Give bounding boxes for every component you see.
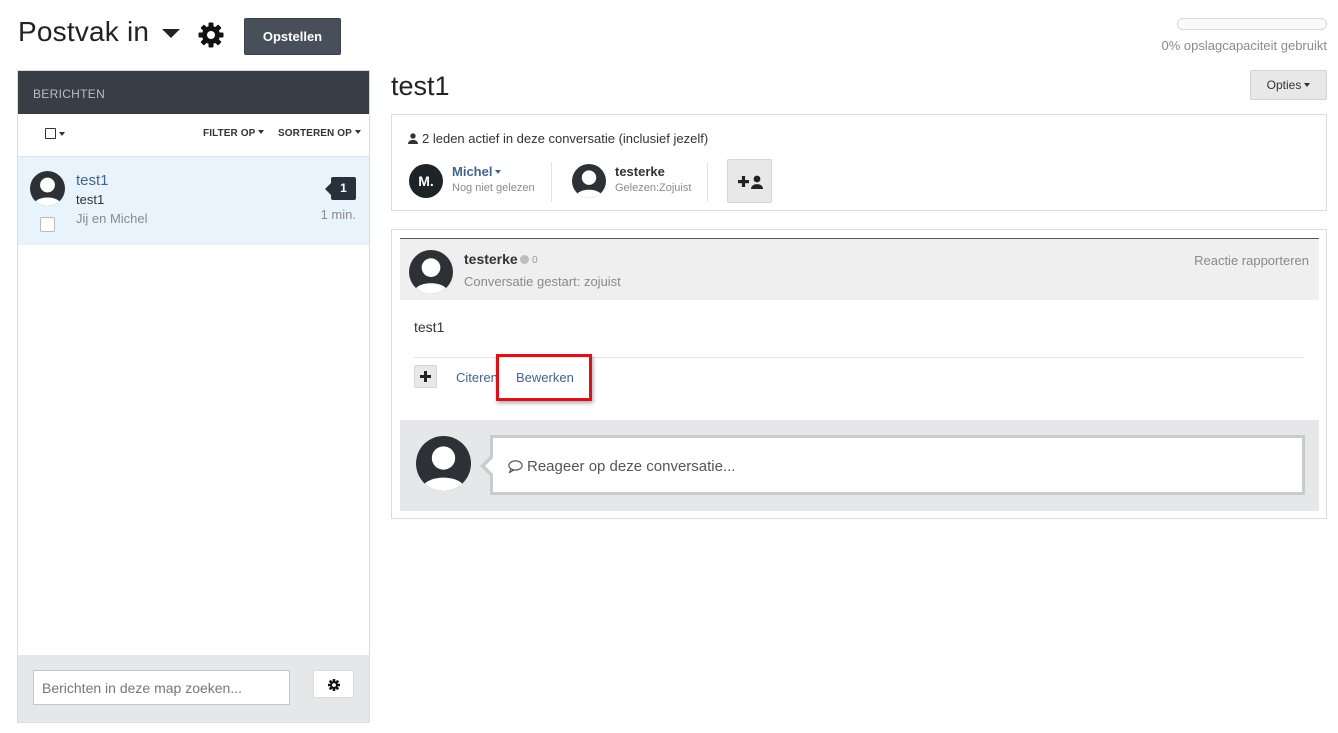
unread-count-badge: 1: [325, 177, 356, 200]
options-label: Opties: [1266, 78, 1302, 92]
sort-label: SORTEREN OP: [278, 128, 352, 139]
more-actions-button[interactable]: [414, 365, 437, 388]
reply-input[interactable]: Reageer op deze conversatie...: [480, 435, 1305, 495]
message-score: 0: [520, 255, 538, 266]
comment-icon: [508, 460, 523, 473]
chevron-down-icon: [1304, 83, 1311, 87]
status-dot-icon: [520, 255, 529, 264]
filter-dropdown-button[interactable]: FILTER OP: [203, 128, 265, 139]
members-panel: 2 leden actief in deze conversatie (incl…: [391, 114, 1327, 211]
report-link[interactable]: Reactie rapporteren: [1194, 253, 1309, 268]
conversation-preview: test1: [76, 192, 105, 207]
default-avatar-icon: [409, 250, 453, 294]
reply-placeholder: Reageer op deze conversatie...: [508, 458, 735, 475]
search-settings-button[interactable]: [313, 670, 354, 698]
chevron-down-icon: [495, 170, 502, 174]
message-list-header: BERICHTEN: [18, 71, 369, 114]
member-name: testerke: [615, 164, 665, 179]
members-info-text: 2 leden actief in deze conversatie (incl…: [422, 131, 709, 146]
inbox-settings-gear-icon[interactable]: [197, 21, 225, 49]
member-read-status: Nog niet gelezen: [452, 182, 535, 194]
member-testerke: testerke Gelezen:Zojuist: [572, 162, 708, 202]
member-michel: M. Michel Nog niet gelezen: [409, 162, 552, 202]
user-icon: [408, 133, 418, 144]
conversation-list-item[interactable]: test1 test1 Jij en Michel 1 1 min.: [18, 157, 369, 245]
message-started: Conversatie gestart: zojuist: [464, 274, 621, 289]
plus-icon: [420, 371, 431, 382]
members-info: 2 leden actief in deze conversatie (incl…: [408, 131, 708, 146]
message-author: testerke: [464, 251, 518, 267]
default-avatar-icon: [30, 171, 65, 206]
storage-progress-bar: [1177, 18, 1327, 30]
message-header: testerke 0 Conversatie gestart: zojuist …: [400, 238, 1319, 300]
default-avatar-icon: [572, 164, 606, 198]
select-options-chevron-down-icon[interactable]: [59, 132, 65, 136]
message-body: test1: [414, 319, 445, 335]
reply-area: Reageer op deze conversatie...: [400, 420, 1319, 511]
filter-label: FILTER OP: [203, 128, 256, 139]
add-user-icon: [738, 175, 763, 189]
member-name-text: Michel: [452, 164, 493, 179]
reply-placeholder-text: Reageer op deze conversatie...: [527, 458, 736, 475]
member-initials-avatar: M.: [409, 164, 443, 198]
folder-search-input[interactable]: [33, 670, 290, 705]
conversation-heading: test1: [391, 71, 450, 101]
conversation-time: 1 min.: [320, 207, 356, 222]
member-name-dropdown[interactable]: Michel: [452, 164, 502, 179]
message-list-toolbar: FILTER OP SORTEREN OP: [18, 114, 369, 157]
add-member-button[interactable]: [727, 159, 772, 203]
search-footer: [18, 655, 369, 722]
page-title: Postvak in: [18, 16, 150, 47]
message-score-value: 0: [532, 255, 538, 266]
conversation-title: test1: [76, 172, 109, 189]
gear-icon: [328, 679, 340, 691]
sort-dropdown-button[interactable]: SORTEREN OP: [278, 128, 361, 139]
compose-button[interactable]: Opstellen: [244, 18, 341, 55]
chevron-down-icon: [258, 130, 265, 134]
storage-usage-text: 0% opslagcapaciteit gebruikt: [1161, 38, 1328, 53]
quote-link[interactable]: Citeren: [456, 370, 498, 385]
chevron-down-icon: [354, 130, 361, 134]
options-dropdown-button[interactable]: Opties: [1250, 70, 1327, 100]
folder-dropdown-chevron-down-icon[interactable]: [162, 29, 180, 38]
default-avatar-icon: [416, 436, 471, 491]
message-panel: testerke 0 Conversatie gestart: zojuist …: [391, 229, 1327, 519]
member-read-status: Gelezen:Zojuist: [615, 182, 692, 194]
conversation-checkbox[interactable]: [40, 217, 55, 232]
edit-link[interactable]: Bewerken: [516, 370, 574, 385]
conversation-members: Jij en Michel: [76, 211, 148, 226]
message-list-panel: BERICHTEN FILTER OP SORTEREN OP test1 te…: [17, 70, 370, 723]
select-all-checkbox[interactable]: [45, 128, 56, 139]
